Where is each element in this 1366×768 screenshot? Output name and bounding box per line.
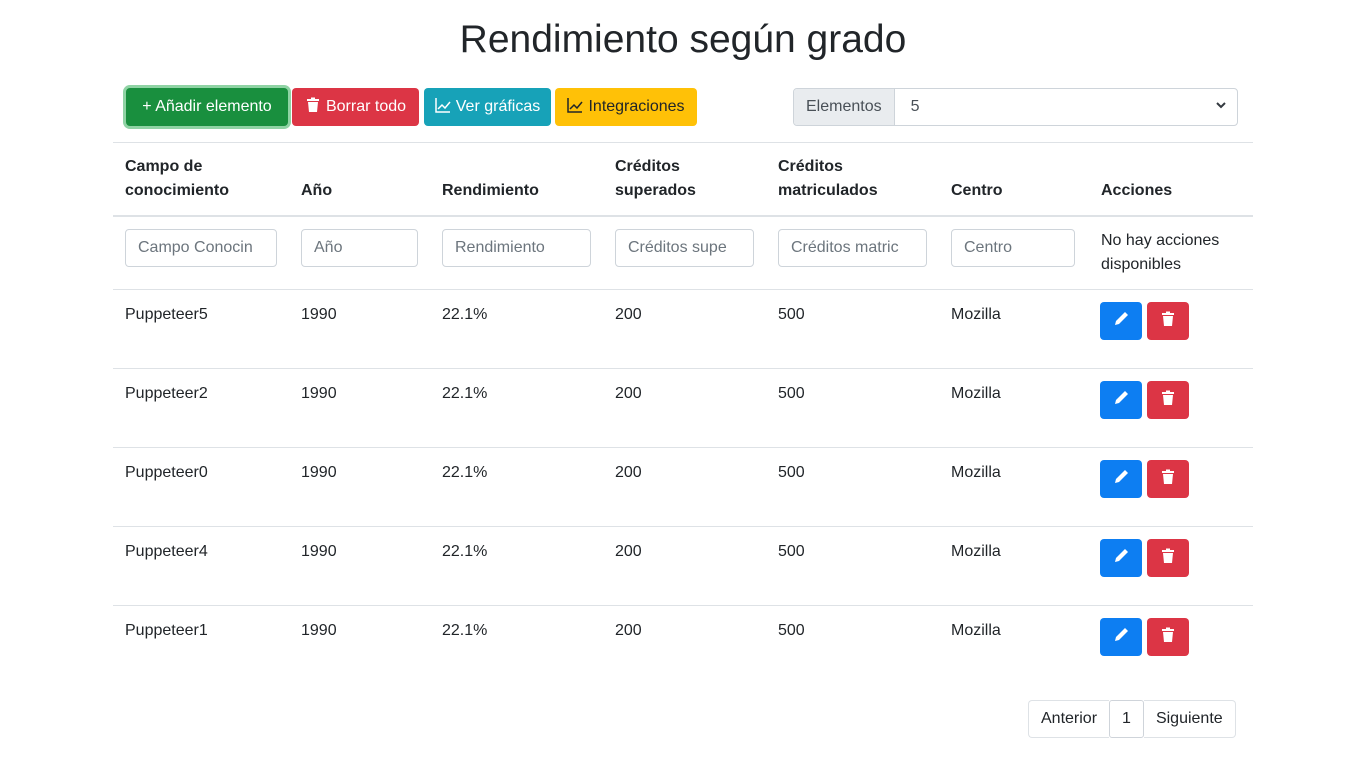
- cell-matriculados: 500: [778, 543, 805, 560]
- pencil-icon: [1113, 469, 1129, 490]
- cell-superados: 200: [615, 622, 642, 639]
- row-rule: [113, 289, 1253, 290]
- cell-centro: Mozilla: [951, 622, 1001, 639]
- cell-rendimiento: 22.1%: [442, 464, 488, 481]
- table-top-rule: [113, 142, 1253, 143]
- cell-superados: 200: [615, 306, 642, 323]
- header-centro: Centro: [951, 182, 1003, 199]
- row-rule: [113, 447, 1253, 448]
- cell-anio: 1990: [301, 464, 337, 481]
- edit-button[interactable]: [1100, 618, 1142, 656]
- delete-row-button[interactable]: [1147, 302, 1189, 340]
- filter-rendimiento-input[interactable]: Rendimiento: [442, 229, 591, 267]
- cell-rendimiento: 22.1%: [442, 543, 488, 560]
- cell-campo: Puppeteer1: [125, 622, 208, 639]
- edit-button[interactable]: [1100, 539, 1142, 577]
- delete-row-button[interactable]: [1147, 539, 1189, 577]
- cell-anio: 1990: [301, 385, 337, 402]
- delete-row-button[interactable]: [1147, 460, 1189, 498]
- page-size-selector[interactable]: Elementos 5: [793, 88, 1238, 126]
- header-anio: Año: [301, 182, 333, 199]
- pagination: Anterior 1 Siguiente: [1028, 700, 1236, 738]
- cell-campo: Puppeteer2: [125, 385, 208, 402]
- cell-centro: Mozilla: [951, 543, 1001, 560]
- cell-campo: Puppeteer5: [125, 306, 208, 323]
- header-matriculados: Créditos matriculados: [778, 158, 878, 199]
- header-campo: Campo de conocimiento: [125, 158, 230, 199]
- cell-superados: 200: [615, 385, 642, 402]
- cell-anio: 1990: [301, 622, 337, 639]
- pencil-icon: [1113, 627, 1129, 648]
- header-superados: Créditos superados: [615, 158, 696, 199]
- delete-all-label: Borrar todo: [325, 98, 407, 115]
- filter-centro-input[interactable]: Centro: [951, 229, 1075, 267]
- cell-matriculados: 500: [778, 306, 805, 323]
- pagination-page-1[interactable]: 1: [1109, 700, 1144, 738]
- chart-line-icon: [567, 97, 584, 118]
- header-rendimiento: Rendimiento: [442, 182, 539, 199]
- cell-centro: Mozilla: [951, 385, 1001, 402]
- trash-icon: [1160, 627, 1176, 648]
- cell-matriculados: 500: [778, 385, 805, 402]
- edit-button[interactable]: [1100, 381, 1142, 419]
- row-rule: [113, 368, 1253, 369]
- cell-superados: 200: [615, 543, 642, 560]
- page-size-select[interactable]: 5: [895, 89, 1237, 125]
- pagination-prev[interactable]: Anterior: [1028, 700, 1110, 738]
- cell-anio: 1990: [301, 543, 337, 560]
- filter-anio-input[interactable]: Año: [301, 229, 418, 267]
- view-charts-label: Ver gráficas: [455, 98, 541, 115]
- header-rule: [113, 215, 1253, 217]
- trash-icon: [305, 97, 321, 118]
- cell-rendimiento: 22.1%: [442, 306, 488, 323]
- trash-icon: [1160, 390, 1176, 411]
- cell-rendimiento: 22.1%: [442, 385, 488, 402]
- row-rule: [113, 605, 1253, 606]
- edit-button[interactable]: [1100, 460, 1142, 498]
- add-element-button[interactable]: + Añadir elemento: [126, 88, 288, 126]
- cell-centro: Mozilla: [951, 306, 1001, 323]
- integrations-label: Integraciones: [588, 98, 685, 115]
- pencil-icon: [1113, 311, 1129, 332]
- filter-superados-input[interactable]: Créditos supe: [615, 229, 754, 267]
- cell-matriculados: 500: [778, 622, 805, 639]
- cell-matriculados: 500: [778, 464, 805, 481]
- pencil-icon: [1113, 548, 1129, 569]
- row-rule: [113, 526, 1253, 527]
- view-charts-button[interactable]: Ver gráficas: [424, 88, 551, 126]
- trash-icon: [1160, 469, 1176, 490]
- edit-button[interactable]: [1100, 302, 1142, 340]
- integrations-button[interactable]: Integraciones: [555, 88, 697, 126]
- chart-line-icon: [435, 97, 451, 118]
- delete-all-button[interactable]: Borrar todo: [292, 88, 419, 126]
- page-size-value: 5: [910, 98, 920, 115]
- pagination-next[interactable]: Siguiente: [1143, 700, 1236, 738]
- cell-anio: 1990: [301, 306, 337, 323]
- page-title: Rendimiento según grado: [459, 18, 907, 61]
- delete-row-button[interactable]: [1147, 618, 1189, 656]
- cell-rendimiento: 22.1%: [442, 622, 488, 639]
- filter-matriculados-input[interactable]: Créditos matric: [778, 229, 927, 267]
- page-size-label: Elementos: [794, 89, 895, 125]
- cell-campo: Puppeteer0: [125, 464, 208, 481]
- cell-superados: 200: [615, 464, 642, 481]
- trash-icon: [1160, 548, 1176, 569]
- pencil-icon: [1113, 390, 1129, 411]
- chevron-down-icon: [1215, 98, 1227, 116]
- add-element-label: + Añadir elemento: [142, 98, 272, 115]
- delete-row-button[interactable]: [1147, 381, 1189, 419]
- filter-campo-input[interactable]: Campo Conocin: [125, 229, 277, 267]
- no-actions-text: No hay acciones disponibles: [1101, 232, 1220, 273]
- cell-campo: Puppeteer4: [125, 543, 208, 560]
- trash-icon: [1160, 311, 1176, 332]
- cell-centro: Mozilla: [951, 464, 1001, 481]
- header-acciones: Acciones: [1101, 182, 1173, 199]
